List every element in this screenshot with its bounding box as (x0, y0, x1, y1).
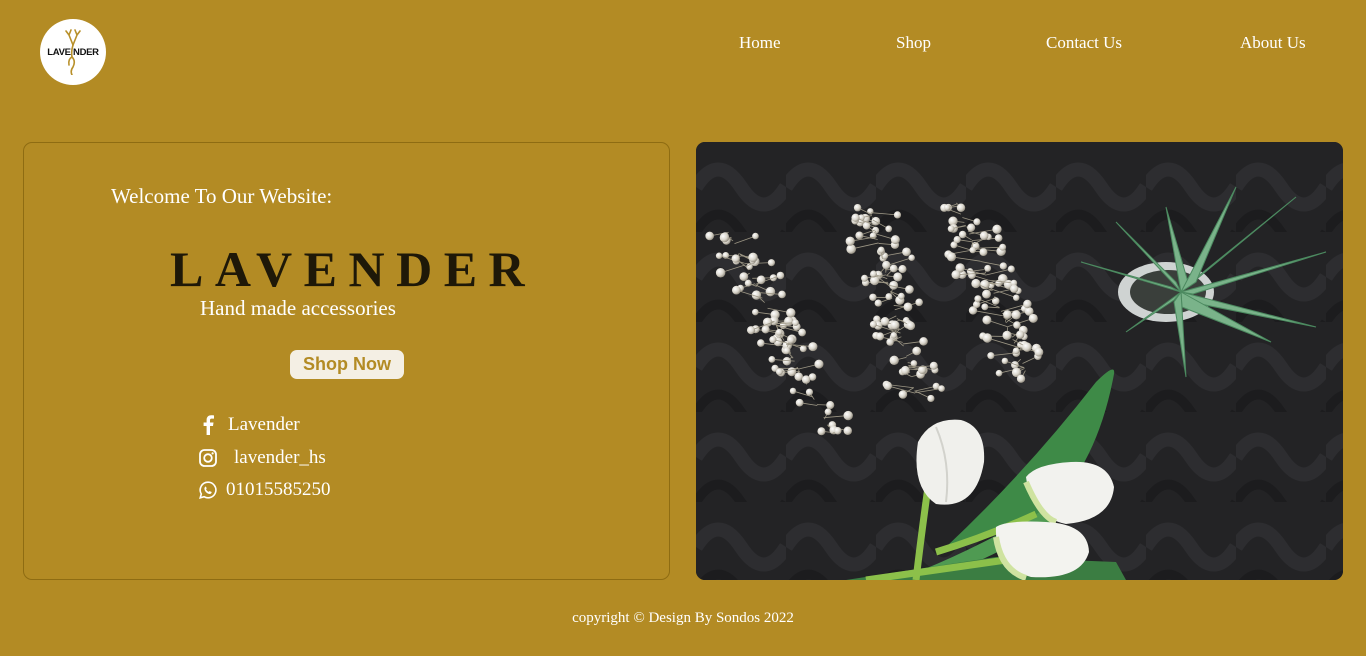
instagram-label: lavender_hs (234, 447, 326, 468)
tagline: Hand made accessories (200, 296, 396, 320)
brand-logo[interactable]: LAVE NDER (40, 19, 106, 85)
nav-home[interactable]: Home (739, 33, 781, 53)
brand-title: LAVENDER (170, 241, 537, 297)
shop-now-button[interactable]: Shop Now (290, 350, 404, 379)
footer-copyright: copyright © Design By Sondos 2022 (572, 610, 794, 626)
nav-contact-us[interactable]: Contact Us (1046, 33, 1122, 53)
nav-about-us[interactable]: About Us (1240, 33, 1306, 53)
whatsapp-label: 01015585250 (226, 479, 331, 500)
facebook-icon (198, 415, 218, 435)
logo-text: LAVE NDER (47, 46, 99, 58)
hero-product-photo (696, 142, 1343, 580)
social-instagram[interactable]: lavender_hs (198, 446, 326, 470)
social-whatsapp[interactable]: 01015585250 (198, 478, 331, 502)
social-facebook[interactable]: Lavender (198, 413, 300, 437)
instagram-icon (198, 448, 218, 468)
whatsapp-icon (198, 480, 218, 500)
nav-shop[interactable]: Shop (896, 33, 931, 53)
welcome-heading: Welcome To Our Website: (111, 184, 333, 208)
facebook-label: Lavender (228, 414, 300, 435)
welcome-card: Welcome To Our Website: LAVENDER Hand ma… (23, 142, 670, 580)
